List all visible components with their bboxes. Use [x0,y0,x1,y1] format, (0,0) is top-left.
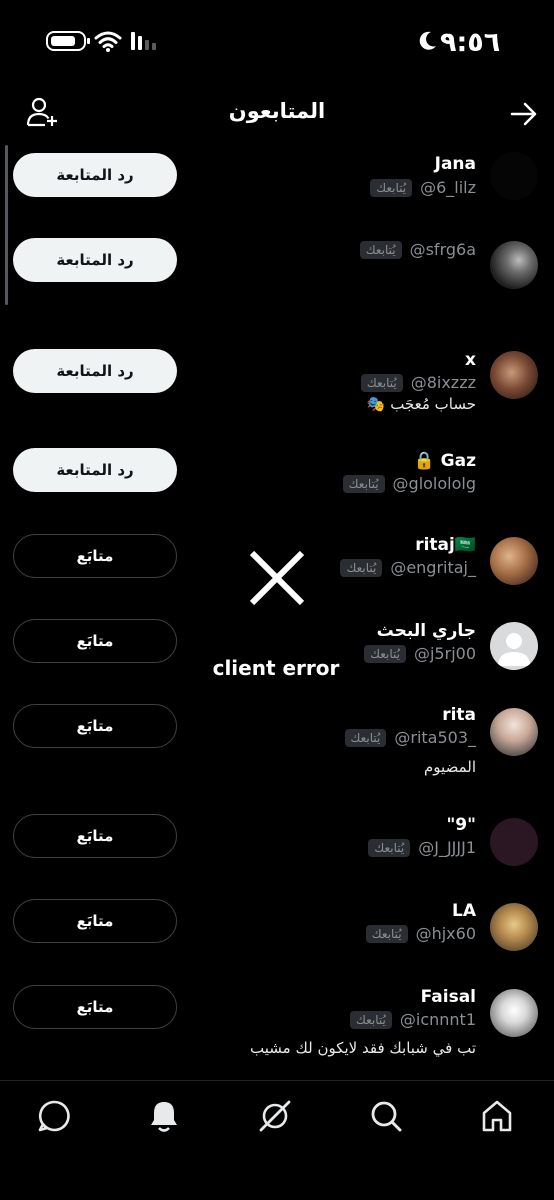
grok-icon[interactable] [257,1098,293,1134]
follows-you-badge: يُتابعك [368,838,411,857]
user-handle: @6_lilz [420,178,476,197]
display-name: Faisal [420,987,476,1007]
user-bio: تب في شبابك فقد لايكون لك مشيب [250,1039,476,1057]
avatar[interactable] [490,537,538,585]
follower-row[interactable]: Jana @6_lilz يُتابعك رد المتابعة [0,148,554,218]
user-bio: 🎭 حساب مُعجَب [366,395,476,413]
display-name: جاري البحث [376,621,476,641]
display-name: 🔒 Gaz [413,451,476,471]
follower-row[interactable]: x @8ixzzz يُتابعك 🎭 حساب مُعجَب رد المتا… [0,342,554,432]
follower-row[interactable]: rita @rita503_ يُتابعك المضيوم متابَع [0,703,554,793]
follows-you-badge: يُتابعك [350,1010,392,1029]
following-button[interactable]: متابَع [13,814,177,858]
following-button[interactable]: متابَع [13,985,177,1029]
home-icon[interactable] [479,1098,515,1134]
wifi-icon [94,31,122,52]
avatar[interactable] [490,622,538,670]
user-handle: @j5rj00 [413,644,476,663]
user-handle: @icnnnt1 [399,1010,476,1029]
avatar[interactable] [490,989,538,1037]
display-name: LA [452,901,476,921]
follower-row[interactable]: 🔒 Gaz @glolololg يُتابعك رد المتابعة [0,446,554,516]
follower-row[interactable]: Faisal @icnnnt1 يُتابعك تب في شبابك فقد … [0,984,554,1074]
messages-icon[interactable] [36,1098,72,1134]
follower-row[interactable]: @sfrg6a يُتابعك رد المتابعة [0,232,554,302]
user-handle: @hjx60 [415,924,476,943]
follows-you-badge: يُتابعك [364,644,406,663]
follows-you-badge: يُتابعك [370,178,413,197]
user-bio: المضيوم [424,758,476,776]
display-name: x [465,350,476,370]
display-name: "9" [446,815,476,835]
cellular-signal-icon [131,32,156,50]
battery-icon [46,31,90,51]
follow-back-button[interactable]: رد المتابعة [13,448,177,492]
user-handle: @rita503_ [394,728,476,747]
following-button[interactable]: متابَع [13,704,177,748]
following-button[interactable]: متابَع [13,619,177,663]
avatar[interactable] [490,708,538,756]
back-arrow-icon[interactable] [510,101,538,127]
bottom-nav-bar [0,1081,554,1200]
follows-you-badge: يُتابعك [340,558,383,577]
follows-you-badge: يُتابعك [359,240,402,259]
clock: ٩:٥٦ [440,27,501,58]
follows-you-badge: يُتابعك [344,728,387,747]
user-handle: @sfrg6a [409,240,476,259]
following-button[interactable]: متابَع [13,534,177,578]
search-icon[interactable] [368,1098,404,1134]
follows-you-badge: يُتابعك [342,474,385,493]
avatar[interactable] [490,818,538,866]
user-handle: @8ixzzz [410,373,476,392]
display-name: Jana [434,154,476,174]
user-handle: @engritaj_ [390,558,476,577]
follow-back-button[interactable]: رد المتابعة [13,238,177,282]
user-handle: @glolololg [392,474,476,493]
follower-row[interactable]: "9" @J_JJJJ1 يُتابعك متابَع [0,813,554,883]
default-avatar-icon [498,633,530,666]
follower-row[interactable]: LA @hjx60 يُتابعك متابَع [0,898,554,968]
close-x-icon [249,550,305,606]
avatar[interactable] [490,903,538,951]
avatar[interactable] [490,152,538,200]
following-button[interactable]: متابَع [13,899,177,943]
page-title: المتابعون [228,99,326,123]
add-user-icon[interactable] [26,96,58,128]
follows-you-badge: يُتابعك [365,924,408,943]
follow-back-button[interactable]: رد المتابعة [13,153,177,197]
notifications-bell-icon[interactable] [146,1098,182,1134]
error-message: client error [212,656,340,680]
follows-you-badge: يُتابعك [360,373,403,392]
follow-back-button[interactable]: رد المتابعة [13,349,177,393]
display-name: rita [442,705,476,725]
user-handle: @J_JJJJ1 [418,838,476,857]
display-name: ritaj🇸🇦 [415,535,476,555]
status-bar: ٩:٥٦ [0,0,554,80]
avatar[interactable] [490,351,538,399]
avatar[interactable] [490,241,538,289]
moon-icon [419,31,436,50]
